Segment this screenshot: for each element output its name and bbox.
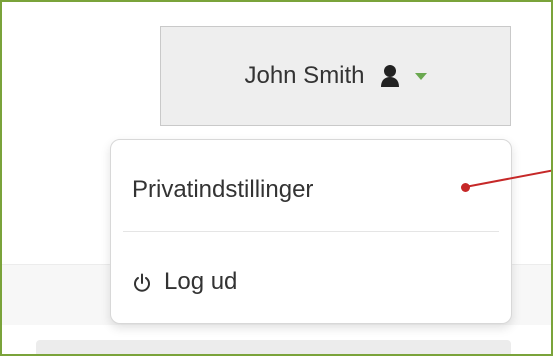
user-dropdown-menu: Privatindstillinger Log ud — [110, 139, 512, 324]
menu-item-label: Log ud — [164, 268, 238, 295]
user-icon — [379, 64, 401, 88]
content-strip — [36, 340, 511, 354]
menu-item-privacy-settings[interactable]: Privatindstillinger — [132, 176, 313, 204]
chevron-down-icon — [414, 72, 427, 80]
menu-divider — [123, 231, 499, 232]
user-menu-button[interactable]: John Smith — [160, 26, 511, 126]
user-name: John Smith — [244, 62, 365, 89]
power-icon — [132, 272, 152, 292]
menu-item-logout[interactable]: Log ud — [132, 268, 237, 296]
screenshot-frame: John Smith Privatindstillinger Log ud — [0, 0, 553, 356]
menu-item-label: Privatindstillinger — [132, 176, 314, 203]
annotation-pointer-line — [465, 169, 551, 188]
